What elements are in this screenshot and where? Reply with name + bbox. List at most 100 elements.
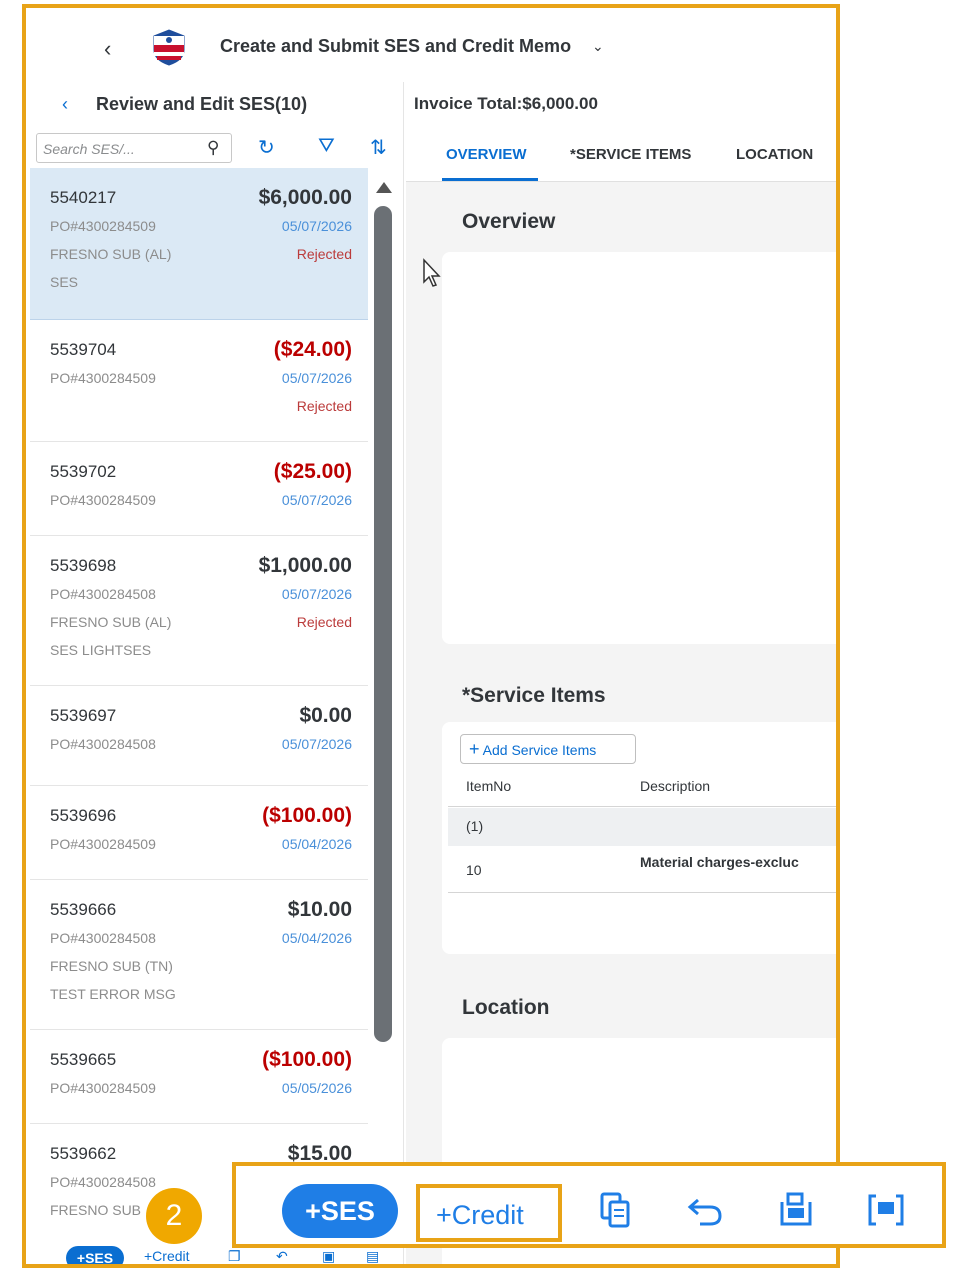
- ses-amount: ($100.00): [262, 1048, 352, 1071]
- ses-date: 05/04/2026: [281, 836, 352, 852]
- ses-amount: $10.00: [287, 898, 352, 921]
- list-scrollbar[interactable]: [372, 182, 394, 1062]
- add-ses-button-small[interactable]: +SES: [66, 1246, 124, 1264]
- add-credit-button-small[interactable]: +Credit: [144, 1248, 190, 1264]
- list-item[interactable]: 5540217 $6,000.00 PO#4300284509 05/07/20…: [30, 168, 368, 320]
- po-number: PO#4300284508: [50, 736, 156, 752]
- ses-amount: ($25.00): [273, 460, 352, 483]
- delete-icon[interactable]: ▣: [322, 1248, 335, 1264]
- undo-icon[interactable]: ↶: [276, 1248, 288, 1264]
- ses-date: 05/07/2026: [281, 736, 352, 752]
- po-number: PO#4300284509: [50, 370, 156, 386]
- list-item[interactable]: 5539698 $1,000.00 PO#4300284508 05/07/20…: [30, 536, 368, 686]
- list-item[interactable]: 5539702 ($25.00) PO#4300284509 05/07/202…: [30, 442, 368, 536]
- cursor-icon: [423, 258, 441, 287]
- status-text: Rejected: [296, 246, 352, 262]
- refresh-icon[interactable]: ↻: [258, 135, 275, 160]
- comment-icon[interactable]: [866, 1190, 906, 1230]
- ses-date: 05/07/2026: [281, 492, 352, 508]
- location-text: FRESNO SUB (AL): [50, 614, 172, 630]
- po-number: PO#4300284508: [50, 1174, 156, 1190]
- tab-service-items[interactable]: *SERVICE ITEMS: [570, 146, 691, 163]
- header-divider: [448, 806, 836, 807]
- app-window: ‹ Create and Submit SES and Credit Memo …: [22, 4, 840, 1268]
- ses-date: 05/05/2026: [281, 1080, 352, 1096]
- copy-icon[interactable]: [596, 1190, 636, 1230]
- ses-date: 05/07/2026: [281, 218, 352, 234]
- add-credit-button[interactable]: +Credit: [436, 1200, 524, 1231]
- ses-number: 5539665: [50, 1050, 117, 1069]
- po-number: PO#4300284508: [50, 586, 156, 602]
- group-row[interactable]: (1): [448, 808, 836, 846]
- description-text: SES LIGHTSES: [50, 642, 152, 658]
- back-icon[interactable]: ‹: [62, 94, 68, 115]
- ses-amount: $0.00: [299, 704, 352, 727]
- po-number: PO#4300284509: [50, 836, 156, 852]
- item-number: 10: [466, 862, 482, 878]
- list-item[interactable]: 5539704 ($24.00) PO#4300284509 05/07/202…: [30, 320, 368, 442]
- add-ses-button[interactable]: +SES: [282, 1184, 398, 1238]
- list-item[interactable]: 5539665 ($100.00) PO#4300284509 05/05/20…: [30, 1030, 368, 1124]
- ses-date: 05/07/2026: [281, 586, 352, 602]
- overview-section-title: Overview: [462, 210, 556, 233]
- shell-bar: ‹ Create and Submit SES and Credit Memo …: [26, 8, 836, 82]
- add-icon: +: [469, 739, 480, 759]
- po-number: PO#4300284509: [50, 492, 156, 508]
- chevron-down-icon[interactable]: ⌄: [592, 38, 604, 55]
- filter-icon[interactable]: ⛛: [318, 135, 335, 158]
- ses-number: 5539666: [50, 900, 117, 919]
- copy-icon[interactable]: ❐: [228, 1248, 241, 1264]
- undo-icon[interactable]: [686, 1190, 726, 1230]
- group-label: (1): [466, 818, 484, 834]
- ses-list: 5540217 $6,000.00 PO#4300284509 05/07/20…: [30, 168, 368, 1228]
- active-tab-indicator: [442, 178, 538, 181]
- app-title[interactable]: Create and Submit SES and Credit Memo: [220, 36, 571, 57]
- tab-bar: OVERVIEW *SERVICE ITEMS LOCATION: [406, 128, 836, 182]
- description-text: TEST ERROR MSG: [50, 986, 176, 1002]
- search-input[interactable]: [43, 139, 193, 159]
- ses-number: 5539697: [50, 706, 117, 725]
- ses-amount: ($24.00): [273, 338, 352, 361]
- status-text: Rejected: [296, 614, 352, 630]
- invoice-total: Invoice Total:$6,000.00: [414, 94, 598, 113]
- ses-number: 5539696: [50, 806, 117, 825]
- item-description: Material charges-excluc: [640, 854, 799, 870]
- tab-overview[interactable]: OVERVIEW: [446, 146, 527, 163]
- ses-number: 5539662: [50, 1144, 117, 1163]
- po-number: PO#4300284509: [50, 1080, 156, 1096]
- search-field[interactable]: ⚲: [36, 133, 232, 163]
- scroll-up-arrow[interactable]: [376, 182, 392, 193]
- add-service-items-label: Add Service Items: [482, 742, 597, 758]
- ses-date: 05/04/2026: [281, 930, 352, 946]
- ses-date: 05/07/2026: [281, 370, 352, 386]
- scroll-thumb[interactable]: [374, 206, 392, 1042]
- list-item[interactable]: 5539697 $0.00 PO#4300284508 05/07/2026: [30, 686, 368, 786]
- master-list-pane: ‹ Review and Edit SES(10) ⚲ ↻ ⛛ ⇅ 554021…: [26, 82, 404, 1264]
- service-items-card: + Add Service Items ItemNo Description (…: [442, 722, 836, 954]
- ses-amount: ($100.00): [262, 804, 352, 827]
- row-divider: [448, 892, 836, 893]
- list-item[interactable]: 5539666 $10.00 PO#4300284508 05/04/2026 …: [30, 880, 368, 1030]
- credit-highlight: +Credit: [416, 1184, 562, 1242]
- service-items-section-title: *Service Items: [462, 684, 606, 707]
- delete-icon[interactable]: [776, 1190, 816, 1230]
- location-text: FRESNO SUB: [50, 1202, 142, 1218]
- ses-number: 5539704: [50, 340, 117, 359]
- ses-amount: $6,000.00: [258, 186, 352, 209]
- location-section-title: Location: [462, 996, 550, 1019]
- location-text: FRESNO SUB (TN): [50, 958, 173, 974]
- po-number: PO#4300284508: [50, 930, 156, 946]
- action-toolbar: +SES +Credit: [232, 1162, 946, 1248]
- back-icon[interactable]: ‹: [104, 36, 111, 62]
- search-icon[interactable]: ⚲: [207, 138, 219, 158]
- list-item[interactable]: 5539696 ($100.00) PO#4300284509 05/04/20…: [30, 786, 368, 880]
- column-header-description: Description: [640, 778, 711, 794]
- step-badge: 2: [146, 1188, 202, 1244]
- status-text: Rejected: [296, 398, 352, 414]
- list-title: Review and Edit SES(10): [96, 94, 308, 114]
- comment-icon[interactable]: ▤: [366, 1248, 379, 1264]
- add-service-items-button[interactable]: + Add Service Items: [460, 734, 636, 764]
- sort-icon[interactable]: ⇅: [370, 135, 387, 160]
- po-number: PO#4300284509: [50, 218, 156, 234]
- tab-location[interactable]: LOCATION: [736, 146, 813, 163]
